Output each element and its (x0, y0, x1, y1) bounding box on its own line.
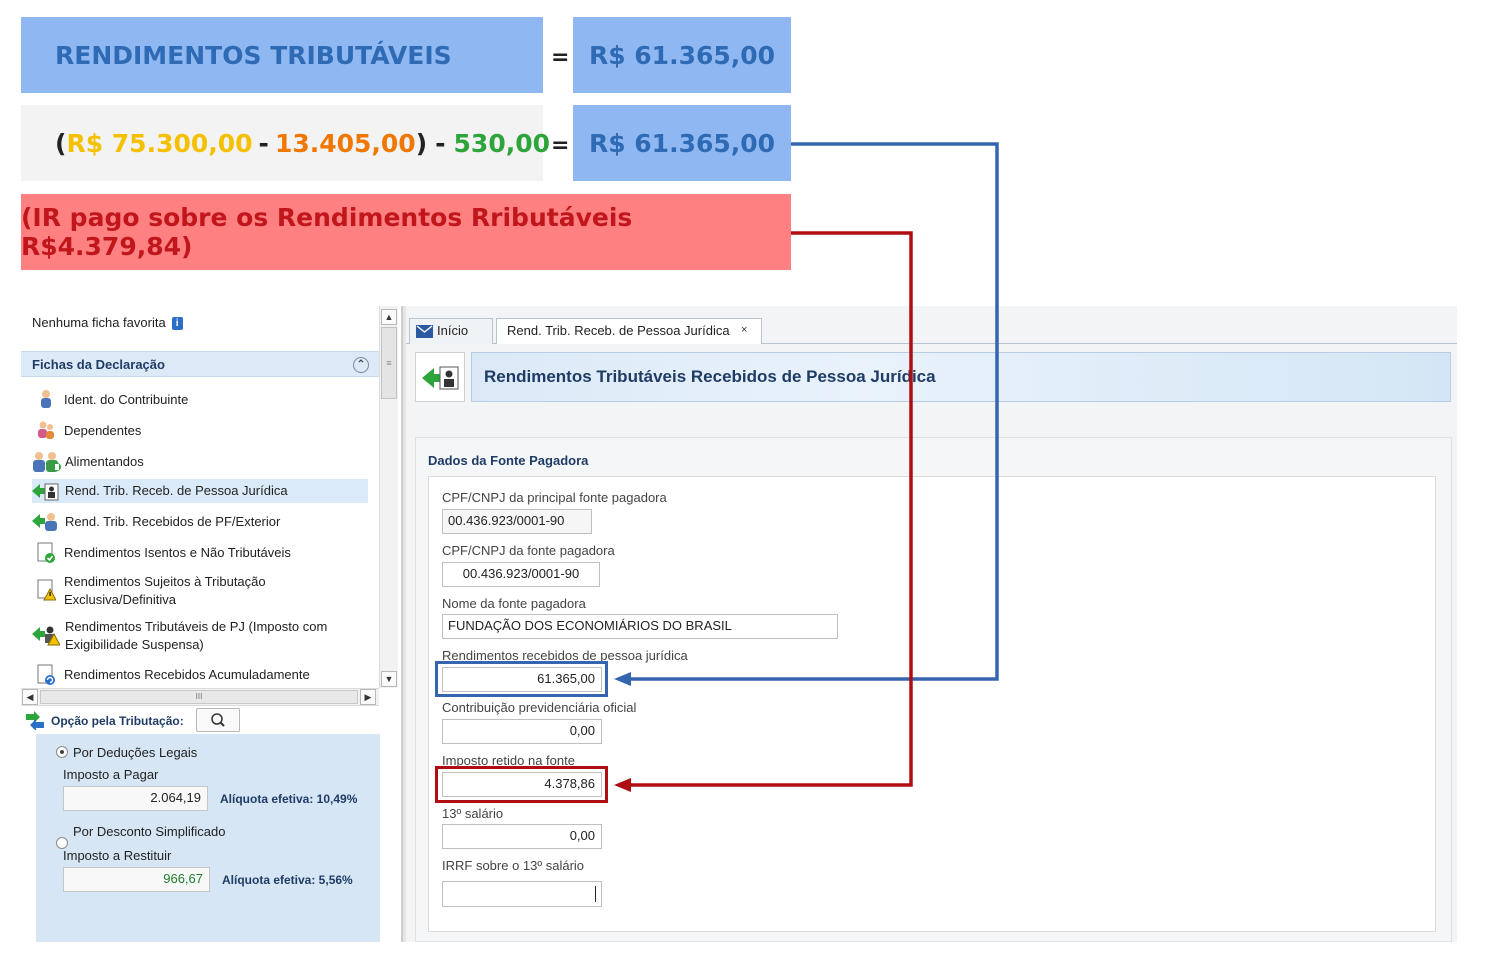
blue-arrowhead-icon (614, 672, 631, 686)
blue-connector-line (628, 142, 999, 681)
connector-arrows (614, 142, 999, 792)
red-connector-line (630, 231, 913, 787)
red-arrowhead-icon (614, 778, 631, 792)
